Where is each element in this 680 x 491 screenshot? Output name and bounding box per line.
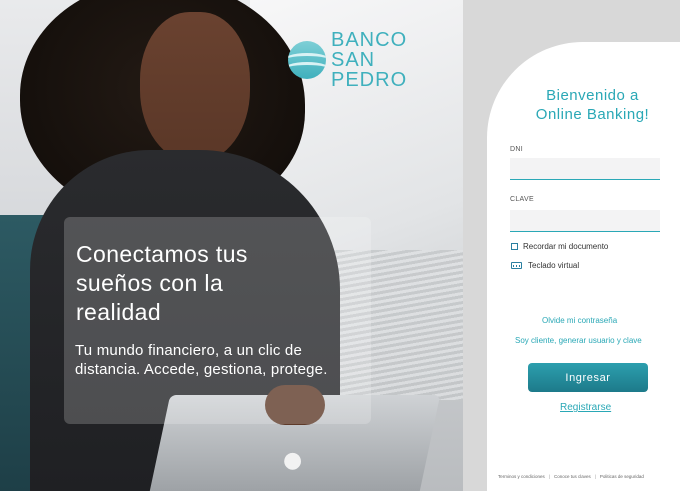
footer-keys-link[interactable]: Conoce tus claves bbox=[554, 474, 591, 479]
promo-headline: Conectamos tus sueños con la realidad bbox=[76, 240, 366, 327]
welcome-line2: Online Banking! bbox=[535, 106, 650, 123]
dni-input[interactable] bbox=[510, 158, 660, 180]
remember-document-row[interactable]: Recordar mi documento bbox=[511, 242, 608, 251]
dni-label: DNI bbox=[510, 146, 523, 153]
brand-name-line3: PEDRO bbox=[331, 69, 408, 91]
brand-name: BANCO SAN PEDRO bbox=[331, 30, 407, 90]
waves-logo-icon bbox=[288, 41, 326, 79]
footer-security-link[interactable]: Politicas de seguridad bbox=[600, 474, 644, 479]
clave-input[interactable] bbox=[510, 210, 660, 232]
brand-name-line1: BANCO bbox=[331, 29, 408, 51]
footer-links: Terminos y condiciones | Conoce tus clav… bbox=[498, 474, 678, 479]
create-user-link[interactable]: Soy cliente, generar usuario y clave bbox=[515, 336, 642, 345]
remember-checkbox-icon[interactable] bbox=[511, 243, 518, 250]
footer-separator: | bbox=[594, 474, 596, 479]
footer-separator: | bbox=[548, 474, 550, 479]
keyboard-icon[interactable] bbox=[511, 262, 522, 269]
welcome-line1: Bienvenido a bbox=[546, 87, 639, 104]
footer-terms-link[interactable]: Terminos y condiciones bbox=[498, 474, 545, 479]
remember-label: Recordar mi documento bbox=[523, 242, 609, 251]
promo-headline-line3: realidad bbox=[76, 299, 162, 325]
brand-logo: BANCO SAN PEDRO bbox=[288, 30, 407, 90]
virtual-keyboard-row[interactable]: Teclado virtual bbox=[511, 261, 579, 270]
welcome-title: Bienvenido a Online Banking! bbox=[510, 86, 675, 124]
virtual-keyboard-label: Teclado virtual bbox=[528, 261, 580, 270]
register-link[interactable]: Registrarse bbox=[560, 402, 611, 413]
login-submit-button[interactable]: Ingresar bbox=[528, 363, 648, 392]
promo-headline-line1: Conectamos tus bbox=[76, 241, 248, 267]
promo-headline-line2: sueños con la bbox=[76, 270, 224, 296]
brand-name-line2: SAN bbox=[331, 49, 376, 71]
laptop-logo-icon: ● bbox=[283, 448, 303, 473]
promo-body: Tu mundo financiero, a un clic de distan… bbox=[75, 342, 328, 378]
forgot-password-link[interactable]: Olvide mi contraseña bbox=[542, 316, 617, 325]
clave-label: CLAVE bbox=[510, 196, 534, 203]
person-face bbox=[140, 12, 250, 162]
